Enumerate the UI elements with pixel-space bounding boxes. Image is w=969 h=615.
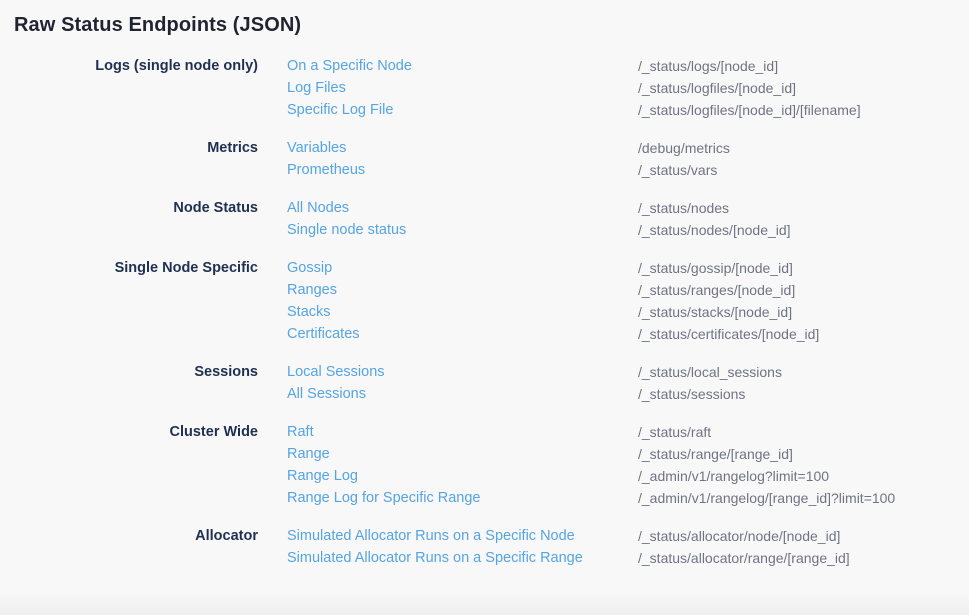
endpoint-group: Logs (single node only)On a Specific Nod… (0, 55, 969, 121)
endpoint-link[interactable]: Single node status (287, 219, 638, 241)
endpoint-link[interactable]: Simulated Allocator Runs on a Specific R… (287, 547, 638, 569)
endpoint-links-column: On a Specific NodeLog FilesSpecific Log … (258, 55, 638, 121)
endpoint-link[interactable]: All Sessions (287, 383, 638, 405)
category-label: Cluster Wide (0, 421, 258, 509)
endpoint-paths-column: /_status/logs/[node_id]/_status/logfiles… (638, 55, 969, 121)
endpoint-links-column: RaftRangeRange LogRange Log for Specific… (258, 421, 638, 509)
endpoint-paths-column: /_status/local_sessions/_status/sessions (638, 361, 969, 405)
endpoint-links-column: All NodesSingle node status (258, 197, 638, 241)
endpoint-path: /_status/logs/[node_id] (638, 55, 969, 77)
endpoint-path: /_status/nodes (638, 197, 969, 219)
endpoint-path: /_status/sessions (638, 383, 969, 405)
endpoint-path: /_status/nodes/[node_id] (638, 219, 969, 241)
endpoint-links-column: GossipRangesStacksCertificates (258, 257, 638, 345)
endpoint-paths-column: /_status/gossip/[node_id]/_status/ranges… (638, 257, 969, 345)
endpoint-link[interactable]: Certificates (287, 323, 638, 345)
category-label: Metrics (0, 137, 258, 181)
endpoint-path: /_status/local_sessions (638, 361, 969, 383)
endpoint-group: SessionsLocal SessionsAll Sessions/_stat… (0, 361, 969, 405)
endpoint-paths-column: /_status/nodes/_status/nodes/[node_id] (638, 197, 969, 241)
endpoint-path: /_status/allocator/range/[range_id] (638, 547, 969, 569)
category-label: Logs (single node only) (0, 55, 258, 121)
endpoint-path: /_status/logfiles/[node_id]/[filename] (638, 99, 969, 121)
endpoint-link[interactable]: Gossip (287, 257, 638, 279)
endpoint-path: /_status/allocator/node/[node_id] (638, 525, 969, 547)
endpoint-link[interactable]: Local Sessions (287, 361, 638, 383)
endpoint-links-column: VariablesPrometheus (258, 137, 638, 181)
endpoint-link[interactable]: Variables (287, 137, 638, 159)
endpoint-path: /_status/stacks/[node_id] (638, 301, 969, 323)
endpoint-link[interactable]: On a Specific Node (287, 55, 638, 77)
endpoint-path: /_status/logfiles/[node_id] (638, 77, 969, 99)
endpoint-group: Allocator Simulated Allocator Runs on a S… (0, 525, 969, 569)
endpoint-link[interactable]: Range (287, 443, 638, 465)
endpoint-links-column: Simulated Allocator Runs on a Specific N… (258, 525, 638, 569)
endpoint-link[interactable]: Stacks (287, 301, 638, 323)
endpoint-link[interactable]: Raft (287, 421, 638, 443)
endpoint-group: Node StatusAll NodesSingle node status/_… (0, 197, 969, 241)
endpoints-table: Logs (single node only)On a Specific Nod… (0, 55, 969, 569)
endpoint-path: /_admin/v1/rangelog/[range_id]?limit=100 (638, 487, 969, 509)
endpoint-paths-column: /_status/allocator/node/[node_id]/_statu… (638, 525, 969, 569)
page-title: Raw Status Endpoints (JSON) (14, 12, 969, 38)
endpoint-link[interactable]: Specific Log File (287, 99, 638, 121)
endpoint-link[interactable]: Range Log (287, 465, 638, 487)
category-label: Allocator (0, 525, 258, 569)
endpoint-path: /_status/range/[range_id] (638, 443, 969, 465)
category-label: Single Node Specific (0, 257, 258, 345)
endpoint-group: Cluster WideRaftRangeRange LogRange Log … (0, 421, 969, 509)
endpoint-group: Single Node SpecificGossipRangesStacksCe… (0, 257, 969, 345)
endpoint-path: /_admin/v1/rangelog?limit=100 (638, 465, 969, 487)
endpoint-link[interactable]: All Nodes (287, 197, 638, 219)
category-label: Sessions (0, 361, 258, 405)
endpoint-path: /_status/raft (638, 421, 969, 443)
category-label: Node Status (0, 197, 258, 241)
endpoint-path: /_status/gossip/[node_id] (638, 257, 969, 279)
endpoint-link[interactable]: Range Log for Specific Range (287, 487, 638, 509)
footer-band (0, 595, 969, 615)
endpoint-link[interactable]: Simulated Allocator Runs on a Specific N… (287, 525, 638, 547)
endpoint-path: /_status/certificates/[node_id] (638, 323, 969, 345)
endpoint-path: /_status/vars (638, 159, 969, 181)
endpoint-link[interactable]: Ranges (287, 279, 638, 301)
endpoint-link[interactable]: Prometheus (287, 159, 638, 181)
endpoint-path: /_status/ranges/[node_id] (638, 279, 969, 301)
endpoint-link[interactable]: Log Files (287, 77, 638, 99)
raw-status-endpoints-page: Raw Status Endpoints (JSON) Logs (single… (0, 12, 969, 569)
endpoint-paths-column: /debug/metrics/_status/vars (638, 137, 969, 181)
endpoint-path: /debug/metrics (638, 137, 969, 159)
endpoint-group: MetricsVariablesPrometheus/debug/metrics… (0, 137, 969, 181)
endpoint-links-column: Local SessionsAll Sessions (258, 361, 638, 405)
endpoint-paths-column: /_status/raft/_status/range/[range_id]/_… (638, 421, 969, 509)
